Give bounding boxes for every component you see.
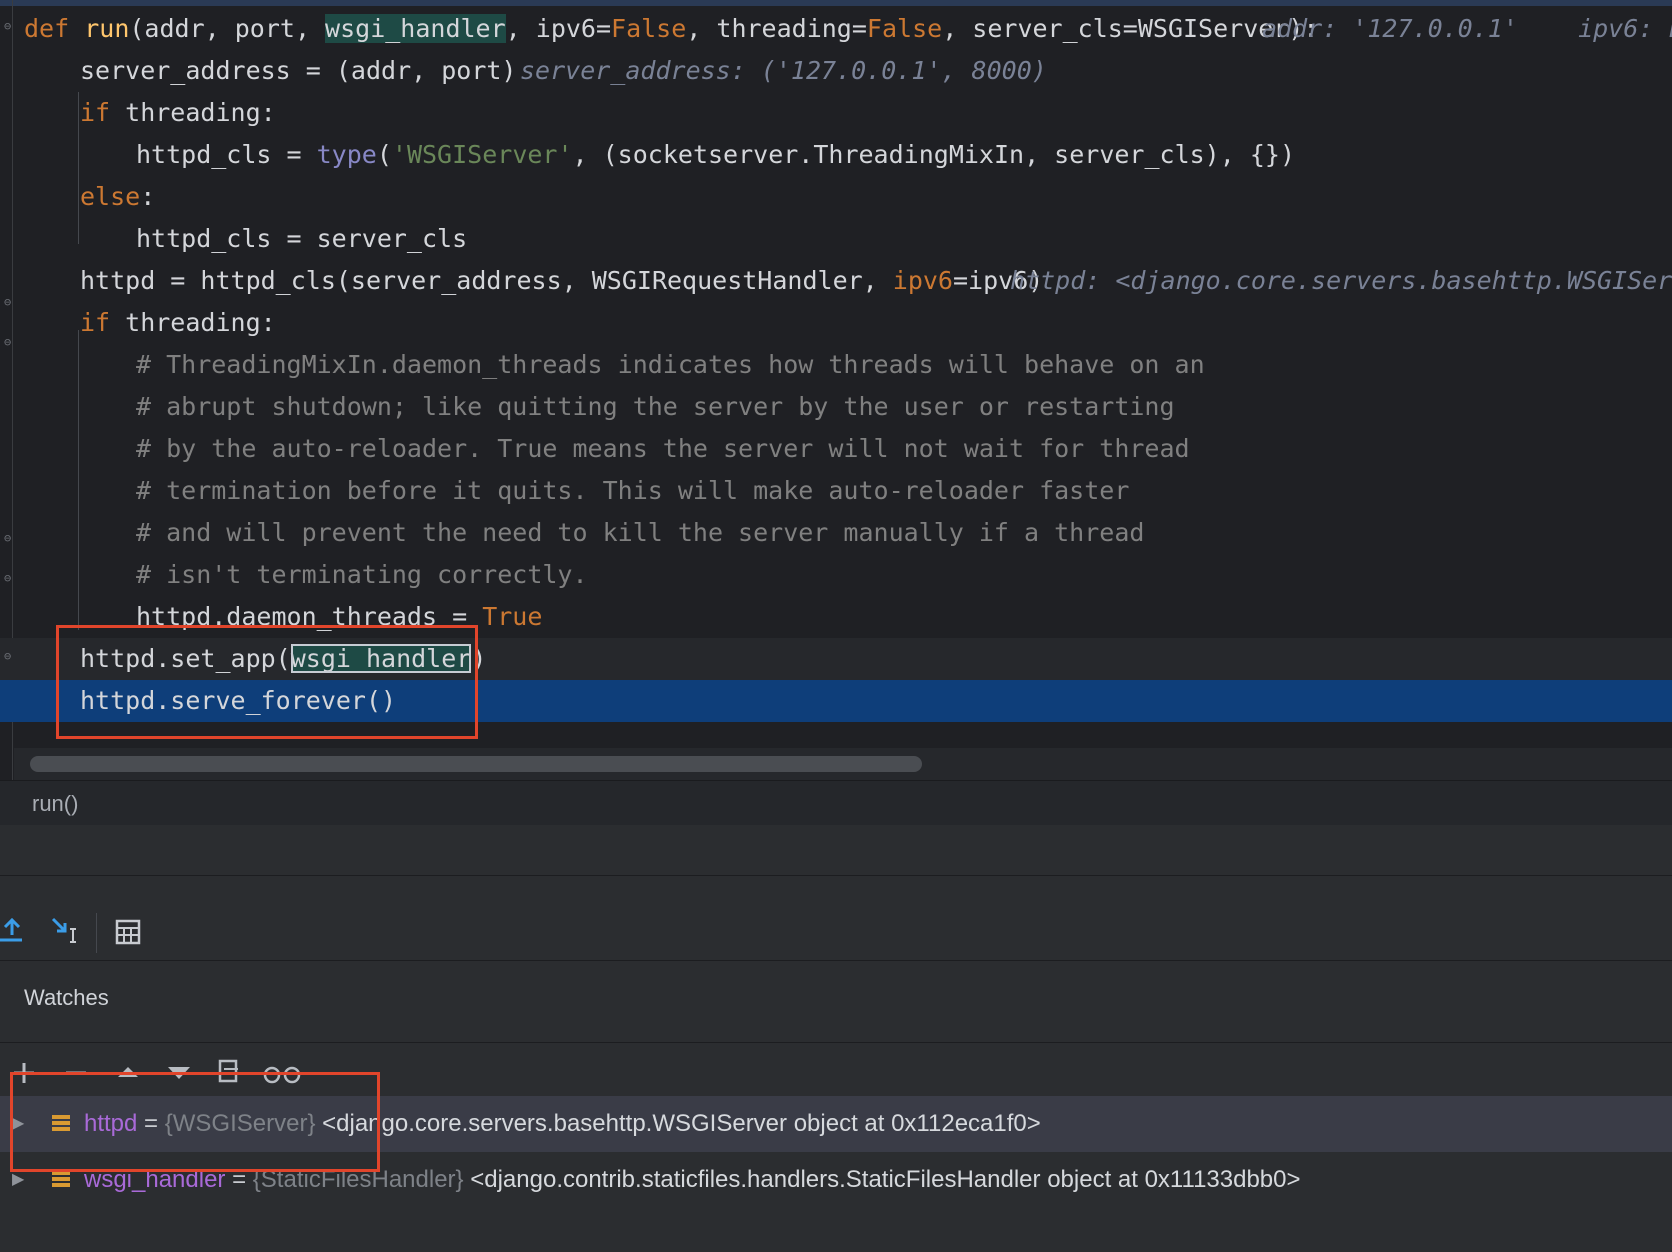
debug-panel: Watches ▶ httpd = {WSGIServer} <django.co… bbox=[0, 825, 1672, 1252]
code-text: else: bbox=[80, 182, 156, 211]
indent-guide bbox=[78, 92, 79, 212]
code-line[interactable]: else: bbox=[0, 176, 1672, 218]
breadcrumb-function[interactable]: run() bbox=[32, 791, 78, 817]
code-editor[interactable]: def run(addr, port, wsgi_handler, ipv6=F… bbox=[0, 0, 1672, 780]
scrollbar-thumb[interactable] bbox=[30, 756, 922, 772]
code-line[interactable]: if threading: bbox=[0, 302, 1672, 344]
toolbar-separator bbox=[96, 913, 97, 953]
object-icon bbox=[52, 1171, 70, 1189]
code-text: httpd_cls = server_cls bbox=[136, 224, 468, 253]
fold-marker-icon[interactable]: ⊖ bbox=[4, 336, 18, 348]
code-text: # termination before it quits. This will… bbox=[136, 476, 1130, 505]
code-line[interactable]: httpd_cls = type('WSGIServer', (socketse… bbox=[0, 134, 1672, 176]
indent-guide bbox=[78, 330, 79, 630]
code-line[interactable]: # ThreadingMixIn.daemon_threads indicate… bbox=[0, 344, 1672, 386]
horizontal-scrollbar[interactable] bbox=[14, 748, 1672, 780]
divider bbox=[0, 875, 1672, 876]
divider bbox=[0, 1042, 1672, 1043]
code-line[interactable]: if threading: bbox=[0, 92, 1672, 134]
evaluate-table-icon[interactable] bbox=[114, 917, 144, 947]
fold-marker-icon[interactable]: ⊖ bbox=[4, 532, 18, 544]
divider bbox=[0, 960, 1672, 961]
code-line[interactable]: # and will prevent the need to kill the … bbox=[0, 512, 1672, 554]
code-text: if threading: bbox=[80, 308, 276, 337]
code-line[interactable]: # by the auto-reloader. True means the s… bbox=[0, 428, 1672, 470]
watch-value: <django.core.servers.basehttp.WSGIServer… bbox=[315, 1110, 1041, 1137]
code-text: if threading: bbox=[80, 98, 276, 127]
code-line[interactable]: httpd = httpd_cls(server_address, WSGIRe… bbox=[0, 260, 1672, 302]
code-text: def run(addr, port, wsgi_handler, ipv6=F… bbox=[24, 14, 1319, 43]
watch-value: <django.contrib.staticfiles.handlers.Sta… bbox=[463, 1166, 1301, 1193]
code-text: # isn't terminating correctly. bbox=[136, 560, 588, 589]
code-line[interactable]: def run(addr, port, wsgi_handler, ipv6=F… bbox=[0, 8, 1672, 50]
editor-top-strip bbox=[0, 0, 1672, 6]
inline-debug-value: httpd: <django.core.servers.basehttp.WSG… bbox=[1010, 266, 1672, 295]
code-text: # ThreadingMixIn.daemon_threads indicate… bbox=[136, 350, 1205, 379]
fold-marker-icon[interactable]: ⊖ bbox=[4, 572, 18, 584]
annotation-highlight-box bbox=[56, 625, 478, 739]
code-text: httpd = httpd_cls(server_address, WSGIRe… bbox=[80, 266, 1044, 295]
code-text: server_address = (addr, port) bbox=[80, 56, 517, 85]
code-text: httpd_cls = type('WSGIServer', (socketse… bbox=[136, 140, 1295, 169]
code-line[interactable]: httpd_cls = server_cls bbox=[0, 218, 1672, 260]
inline-debug-value: addr: '127.0.0.1' ipv6: Fa bbox=[1262, 14, 1672, 43]
code-line[interactable]: server_address = (addr, port) server_addr… bbox=[0, 50, 1672, 92]
fold-marker-icon[interactable]: ⊖ bbox=[4, 650, 18, 662]
run-to-cursor-icon[interactable] bbox=[50, 915, 80, 945]
code-line[interactable]: # isn't terminating correctly. bbox=[0, 554, 1672, 596]
code-text: # by the auto-reloader. True means the s… bbox=[136, 434, 1190, 463]
code-text: # and will prevent the need to kill the … bbox=[136, 518, 1145, 547]
code-line[interactable]: # abrupt shutdown; like quitting the ser… bbox=[0, 386, 1672, 428]
fold-marker-icon[interactable]: ⊖ bbox=[4, 296, 18, 308]
code-line[interactable]: # termination before it quits. This will… bbox=[0, 470, 1672, 512]
step-out-icon[interactable] bbox=[0, 915, 30, 945]
inline-debug-value: server_address: ('127.0.0.1', 8000) bbox=[520, 56, 1047, 85]
breadcrumb: run() bbox=[0, 780, 1672, 826]
watches-title: Watches bbox=[24, 985, 109, 1010]
annotation-highlight-box bbox=[10, 1072, 380, 1172]
indent-guide bbox=[78, 204, 79, 244]
fold-marker-icon[interactable]: ⊖ bbox=[4, 20, 18, 32]
code-text: # abrupt shutdown; like quitting the ser… bbox=[136, 392, 1175, 421]
